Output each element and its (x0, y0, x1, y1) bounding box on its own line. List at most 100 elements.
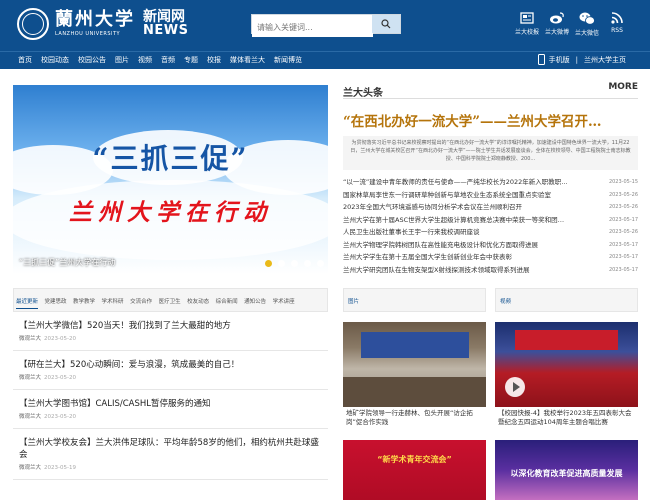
article-date: 2023-05-19 (44, 465, 76, 471)
meeting-screen (361, 332, 469, 358)
play-icon[interactable] (505, 377, 525, 397)
list-item[interactable]: 【兰州大学图书馆】CALIS/CASHL暂停服务的通知 微观兰大 2023-05-… (13, 390, 328, 429)
logo-english-name: LANZHOU UNIVERSITY (55, 31, 121, 37)
header-icon-links: 兰大校报 兰大微博 兰大微信 RSS (512, 12, 632, 37)
university-seal-icon (17, 8, 49, 40)
hero-carousel[interactable]: “三抓三促” 兰州大学在行动 “三抓三促”兰州大学在行动 (13, 85, 328, 274)
banner-caption[interactable]: “三抓三促”兰州大学在行动 (19, 257, 115, 268)
tab-party-building[interactable]: 党建思政 (45, 297, 67, 309)
headline-item-date: 2023-05-26 (608, 191, 638, 198)
tab-lectures[interactable]: 学术讲座 (273, 297, 295, 309)
weibo-icon (550, 12, 564, 24)
headline-item-title: 兰州大学学生在第十五届全国大学生创新创业年会中获表彰 (343, 253, 512, 261)
top-headline[interactable]: “在西北办好一流大学”——兰州大学召开… (343, 110, 628, 130)
rss-link[interactable]: RSS (602, 12, 632, 37)
list-item[interactable]: 【兰州大学校友会】兰大洪伟足球队：平均年龄58岁的他们，相约杭州共赴球盛会 微观… (13, 429, 328, 480)
headline-item[interactable]: “以一流”建设中青年教师的责任与使命——严纯华校长为2022年新入职教职… 202… (343, 176, 638, 189)
campus-paper-label: 兰大校报 (514, 29, 539, 36)
weibo-link[interactable]: 兰大微博 (542, 12, 572, 37)
article-meta: 微观兰大 2023-05-20 (19, 412, 322, 428)
list-item[interactable]: 【兰州大学微信】520当天！我们找到了兰大最甜的地方 微观兰大 2023-05-2… (13, 312, 328, 351)
choir-video-thumbnail[interactable] (495, 322, 638, 407)
tab-research[interactable]: 学术科研 (102, 297, 124, 309)
headline-item[interactable]: 国家林草局李世东一行调研草种创新与草地农业生态系统全国重点实验室 2023-05-… (343, 189, 638, 202)
video-card[interactable]: 【校园快报-4】我校举行2023年五四表彰大会暨纪念五四运动104周年主题合唱比… (495, 322, 638, 431)
site-logo[interactable]: 蘭州大学 LANZHOU UNIVERSITY 新闻网 NEWS (17, 8, 188, 40)
carousel-dot[interactable] (317, 260, 324, 267)
nav-item-pictures[interactable]: 图片 (115, 55, 129, 65)
nav-item-home[interactable]: 首页 (18, 55, 32, 65)
headline-item[interactable]: 兰州大学物理学院韩树团队在高性能充电极设计和优化方面取得进展 2023-05-17 (343, 239, 638, 252)
tab-exchange[interactable]: 交流合作 (130, 297, 152, 309)
nav-item-video[interactable]: 视频 (138, 55, 152, 65)
tab-latest[interactable]: 最近更新 (16, 297, 39, 309)
top-headline-summary: 为贯彻落实习近平总书记来校视察时提出的“在西北办好一流大学”的谆谆嘱托精神，加速… (343, 136, 638, 170)
search-input[interactable] (252, 18, 373, 37)
article-title[interactable]: 【兰州大学校友会】兰大洪伟足球队：平均年龄58岁的他们，相约杭州共赴球盛会 (19, 437, 322, 461)
article-title[interactable]: 【兰州大学微信】520当天！我们找到了兰大最甜的地方 (19, 320, 322, 332)
headline-item-title: 2023年全国大气环境遥感与协同分析学术会议在兰州顺利召开 (343, 203, 523, 211)
headline-item-date: 2023-05-17 (608, 266, 638, 273)
headline-item[interactable]: 人民卫生出版社董事长王宇一行来我校调研座谈 2023-05-26 (343, 226, 638, 239)
carousel-dot[interactable] (304, 260, 311, 267)
event-photo[interactable]: “新学术青年交流会” (343, 440, 486, 500)
article-date: 2023-05-20 (44, 375, 76, 381)
video-card[interactable]: 以深化教育改革促进高质量发展 (495, 440, 638, 500)
video-column-header: 视频 (495, 288, 638, 312)
meeting-photo[interactable] (343, 322, 486, 407)
nav-item-audio[interactable]: 音频 (161, 55, 175, 65)
headline-item-title: 兰州大学研究团队在生物支架型X射线探测技术领域取得系列进展 (343, 265, 530, 274)
picture-card[interactable]: “新学术青年交流会” (343, 440, 486, 500)
weibo-label: 兰大微博 (544, 29, 569, 36)
carousel-dot[interactable] (278, 260, 285, 267)
headline-item-date: 2023-05-17 (608, 216, 638, 223)
headline-list: “以一流”建设中青年教师的责任与使命——严纯华校长为2022年新入职教职… 202… (343, 176, 638, 276)
university-home-link[interactable]: 兰州大学主页 (584, 55, 626, 65)
video-card-caption[interactable]: 【校园快报-4】我校举行2023年五四表彰大会暨纪念五四运动104周年主题合唱比… (495, 407, 638, 431)
wechat-label: 兰大微信 (574, 30, 599, 37)
tab-general-news[interactable]: 综合新闻 (216, 297, 238, 309)
headline-item[interactable]: 兰州大学在第十届ASC世界大学生超级计算机竞赛总决赛中荣获一等奖和团… 2023-… (343, 214, 638, 227)
tab-notices[interactable]: 通知公告 (244, 297, 266, 309)
headline-item[interactable]: 兰州大学研究团队在生物支架型X射线探测技术领域取得系列进展 2023-05-17 (343, 264, 638, 277)
headline-item-date: 2023-05-17 (608, 241, 638, 248)
search-icon (381, 19, 391, 29)
rss-label: RSS (611, 27, 623, 34)
mobile-version-link[interactable]: 手机版 (549, 55, 570, 65)
headline-item-title: 国家林草局李世东一行调研草种创新与草地农业生态系统全国重点实验室 (343, 190, 551, 199)
article-title[interactable]: 【研在兰大】520心动瞬间：爱与浪漫，筑成最美的自己！ (19, 359, 322, 371)
headline-item-title: 兰州大学物理学院韩树团队在高性能充电极设计和优化方面取得进展 (343, 240, 538, 249)
list-item[interactable]: 【研在兰大】520心动瞬间：爱与浪漫，筑成最美的自己！ 微观兰大 2023-05-… (13, 351, 328, 390)
nav-item-media[interactable]: 媒体看兰大 (230, 55, 265, 65)
headline-item-date: 2023-05-26 (608, 229, 638, 235)
headline-item-date: 2023-05-17 (608, 254, 638, 260)
nav-item-campus-paper[interactable]: 校报 (207, 55, 221, 65)
tab-teaching[interactable]: 教学教学 (73, 297, 95, 309)
search-button[interactable] (372, 15, 400, 33)
article-title[interactable]: 【兰州大学图书馆】CALIS/CASHL暂停服务的通知 (19, 398, 322, 410)
nav-item-topics[interactable]: 专题 (184, 55, 198, 65)
article-meta: 微观兰大 2023-05-20 (19, 373, 322, 389)
video-column-label[interactable]: 视频 (500, 297, 511, 305)
nav-item-campus-news[interactable]: 校园动态 (41, 55, 69, 65)
nav-item-news-expo[interactable]: 新闻博览 (274, 55, 302, 65)
video-thumbnail[interactable]: 以深化教育改革促进高质量发展 (495, 440, 638, 500)
picture-card[interactable]: 地矿学院领导一行走赫林、包头开展“访企拓岗”促合作实践 (343, 322, 486, 431)
banner-subtitle: 兰州大学在行动 (69, 199, 272, 226)
pictures-column-label[interactable]: 图片 (348, 297, 359, 305)
tab-medical[interactable]: 医疗卫生 (159, 297, 181, 309)
headlines-more-link[interactable]: MORE (608, 82, 638, 92)
headline-item-title: 人民卫生出版社董事长王宇一行来我校调研座谈 (343, 228, 480, 236)
nav-item-announcements[interactable]: 校园公告 (78, 55, 106, 65)
picture-card-caption[interactable]: 地矿学院领导一行走赫林、包头开展“访企拓岗”促合作实践 (343, 407, 486, 431)
wechat-link[interactable]: 兰大微信 (572, 12, 602, 37)
headlines-section: 兰大头条 MORE “在西北办好一流大学”——兰州大学召开… 为贯彻落实习近平总… (343, 81, 638, 276)
campus-paper-link[interactable]: 兰大校报 (512, 12, 542, 37)
carousel-dots (265, 260, 328, 267)
carousel-dot[interactable] (291, 260, 298, 267)
carousel-dot[interactable] (265, 260, 272, 267)
headline-item[interactable]: 兰州大学学生在第十五届全国大学生创新创业年会中获表彰 2023-05-17 (343, 251, 638, 264)
headline-item[interactable]: 2023年全国大气环境遥感与协同分析学术会议在兰州顺利召开 2023-05-26 (343, 201, 638, 214)
tab-alumni[interactable]: 校友动态 (187, 297, 209, 309)
article-source: 微观兰大 (19, 465, 42, 471)
